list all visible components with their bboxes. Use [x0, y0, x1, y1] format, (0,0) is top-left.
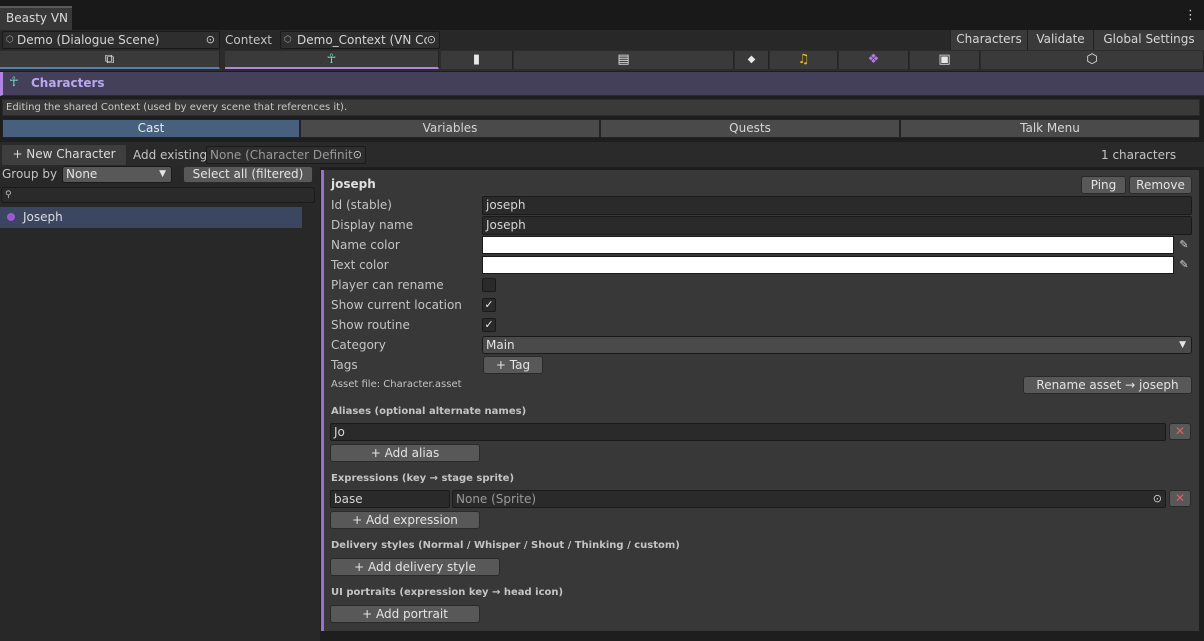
music-note-icon[interactable]: ♫: [770, 51, 838, 69]
name-color-swatch[interactable]: [482, 236, 1174, 254]
remove-button[interactable]: Remove: [1129, 176, 1192, 194]
scene-field-text: Demo (Dialogue Scene): [17, 33, 160, 47]
show-location-checkbox[interactable]: ✓: [482, 298, 496, 312]
new-character-button[interactable]: + New Character: [2, 145, 126, 165]
scene-picker-icon[interactable]: ⊙: [206, 32, 215, 48]
info-bar: Editing the shared Context (used by ever…: [2, 99, 1200, 116]
expression-key-input[interactable]: base: [330, 490, 450, 508]
display-name-label: Display name: [331, 218, 414, 232]
show-routine-checkbox[interactable]: ✓: [482, 318, 496, 332]
section-title: Characters: [31, 76, 105, 90]
add-existing-field-text: None (Character Definiti: [210, 148, 357, 162]
scene-field[interactable]: ⬡ Demo (Dialogue Scene) ⊙: [2, 31, 220, 49]
add-tag-button[interactable]: + Tag: [483, 356, 543, 374]
object-picker-icon[interactable]: ⊙: [352, 147, 362, 163]
group-by-label: Group by: [2, 167, 58, 181]
cube-icon[interactable]: ⬡: [981, 51, 1204, 69]
text-color-swatch[interactable]: [482, 256, 1174, 274]
display-name-input[interactable]: Joseph: [482, 216, 1192, 235]
tag-icon[interactable]: ◆: [735, 51, 769, 69]
tab-quests[interactable]: Quests: [600, 119, 900, 138]
category-value: Main: [486, 338, 515, 352]
scene-asset-icon: ⬡: [6, 35, 14, 45]
character-icon[interactable]: ☥: [225, 51, 439, 69]
category-label: Category: [331, 338, 386, 352]
category-dropdown[interactable]: Main ▼: [482, 336, 1192, 354]
ui-portraits-title: UI portraits (expression key → head icon…: [331, 587, 564, 598]
page-icon[interactable]: ▮: [441, 51, 513, 69]
expression-sprite-text: None (Sprite): [456, 492, 537, 506]
context-picker-icon[interactable]: ⊙: [426, 32, 436, 48]
add-delivery-style-button[interactable]: + Add delivery style: [330, 558, 500, 576]
player-can-rename-label: Player can rename: [331, 278, 444, 292]
characters-section-icon: ☥: [9, 75, 19, 90]
show-routine-label: Show routine: [331, 318, 410, 332]
remove-alias-icon[interactable]: ✕: [1169, 423, 1191, 440]
window-tab[interactable]: Beasty VN: [0, 6, 72, 30]
context-field-text: Demo_Context (VN Cc: [297, 33, 431, 47]
context-label: Context: [225, 33, 273, 47]
context-field[interactable]: ⬡ Demo_Context (VN Cc ⊙: [280, 31, 440, 49]
show-location-label: Show current location: [331, 298, 462, 312]
list-item-label: Joseph: [23, 210, 63, 224]
add-existing-field[interactable]: None (Character Definiti ⊙: [206, 146, 366, 164]
chevron-down-icon: ▼: [1179, 340, 1186, 350]
context-asset-icon: ⬡: [284, 35, 292, 45]
alias-input[interactable]: Jo: [330, 423, 1166, 441]
eyedropper-icon[interactable]: ✎: [1176, 256, 1192, 274]
toolbar-global-settings-button[interactable]: Global Settings: [1093, 30, 1204, 50]
tab-cast[interactable]: Cast: [2, 119, 300, 138]
text-color-label: Text color: [331, 258, 389, 272]
add-existing-label: Add existing: [133, 148, 208, 162]
add-expression-button[interactable]: + Add expression: [330, 511, 480, 529]
search-input[interactable]: ⚲: [1, 187, 315, 203]
asset-file-label: Asset file: Character.asset: [331, 379, 462, 390]
toolbar-validate-button[interactable]: Validate: [1027, 30, 1093, 50]
list-item[interactable]: Joseph: [0, 207, 302, 228]
section-header: ☥ Characters: [0, 72, 1204, 96]
character-list-panel: [0, 167, 320, 641]
group-by-value: None: [66, 167, 98, 181]
name-color-label: Name color: [331, 238, 400, 252]
eyedropper-icon[interactable]: ✎: [1176, 236, 1192, 254]
tags-label: Tags: [331, 358, 358, 372]
cluster-icon[interactable]: ❖: [839, 51, 909, 69]
expressions-title: Expressions (key → stage sprite): [331, 473, 515, 484]
character-color-dot: [7, 213, 15, 221]
expression-sprite-field[interactable]: None (Sprite) ⊙: [452, 490, 1166, 508]
id-input[interactable]: joseph: [482, 196, 1192, 215]
detail-header: joseph: [331, 177, 376, 191]
select-all-button[interactable]: Select all (filtered): [183, 166, 313, 183]
delivery-styles-title: Delivery styles (Normal / Whisper / Shou…: [331, 540, 680, 551]
search-icon: ⚲: [5, 190, 12, 200]
kebab-menu-icon[interactable]: ⋮: [1184, 9, 1197, 23]
add-alias-button[interactable]: + Add alias: [330, 444, 480, 462]
chevron-down-icon: ▼: [159, 169, 166, 179]
group-by-dropdown[interactable]: None ▼: [62, 166, 172, 183]
id-label: Id (stable): [331, 198, 392, 212]
toolbar-characters-button[interactable]: Characters: [950, 30, 1027, 50]
graph-nodes-icon[interactable]: ⧉: [0, 51, 220, 69]
add-portrait-button[interactable]: + Add portrait: [330, 605, 480, 623]
tab-talk-menu[interactable]: Talk Menu: [900, 119, 1200, 138]
tab-variables[interactable]: Variables: [300, 119, 600, 138]
ping-button[interactable]: Ping: [1081, 176, 1126, 194]
title-bar: [0, 0, 1204, 30]
player-can-rename-checkbox[interactable]: [482, 278, 496, 292]
rename-asset-button[interactable]: Rename asset → joseph: [1023, 376, 1192, 394]
character-count: 1 characters: [1101, 148, 1177, 162]
aliases-title: Aliases (optional alternate names): [331, 406, 527, 417]
remove-expression-icon[interactable]: ✕: [1169, 490, 1191, 507]
object-picker-icon[interactable]: ⊙: [1153, 491, 1162, 507]
frame-icon[interactable]: ▣: [910, 51, 980, 69]
document-icon[interactable]: ▤: [514, 51, 734, 69]
